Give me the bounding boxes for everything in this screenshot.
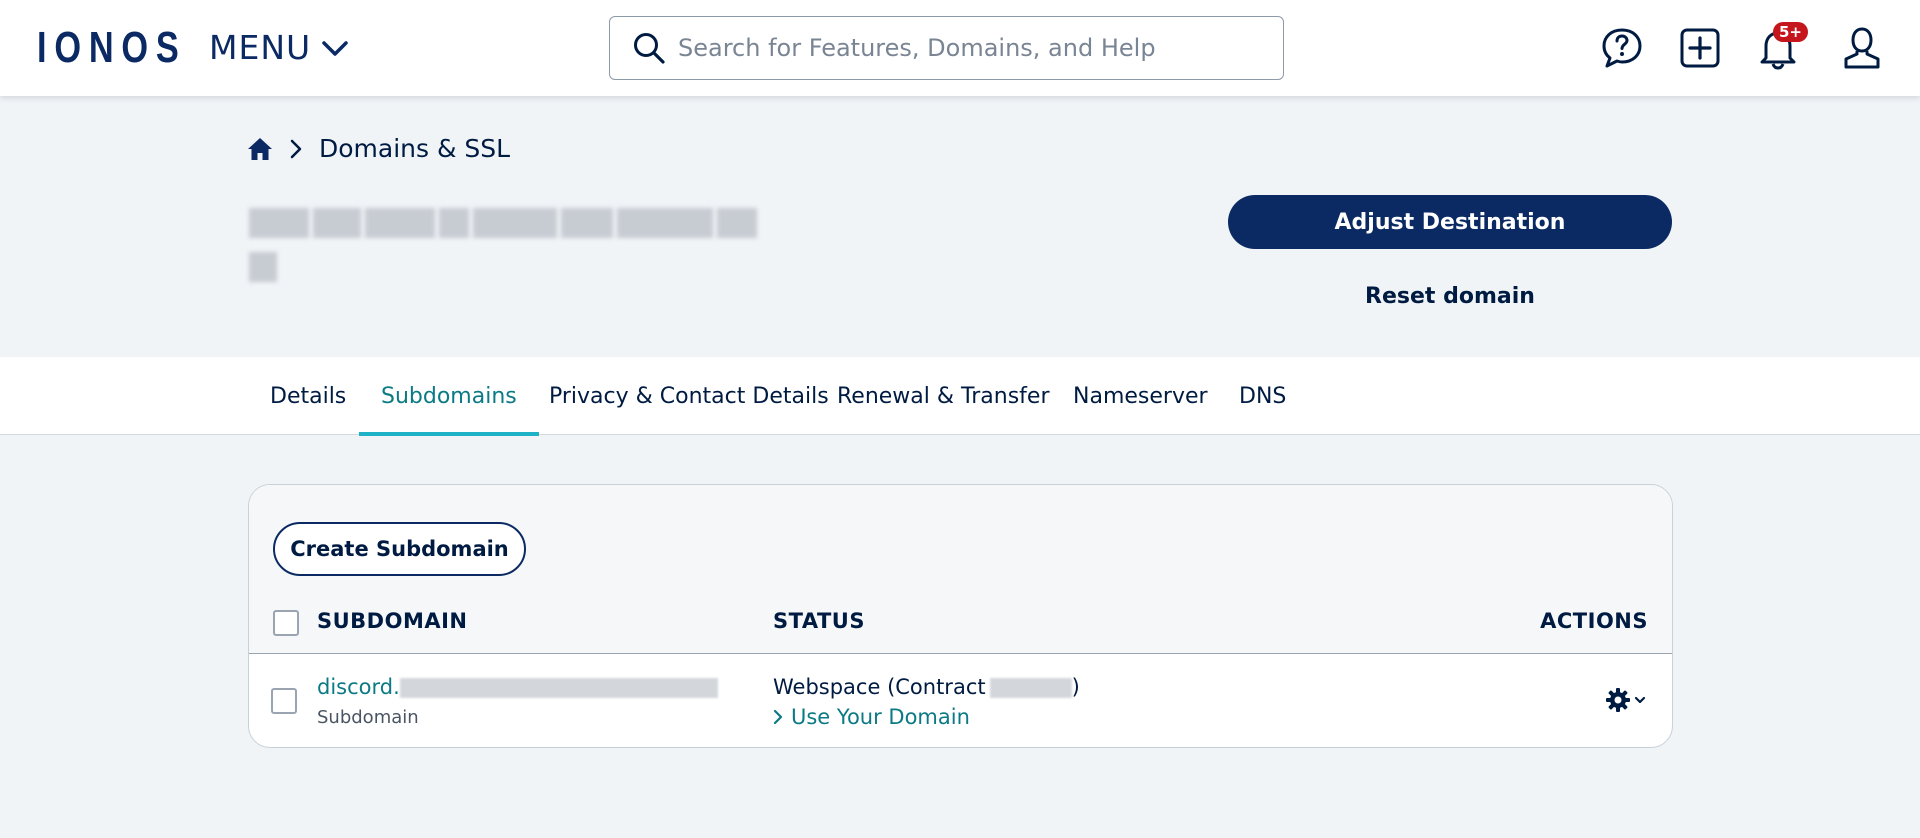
breadcrumb-current[interactable]: Domains & SSL [319,134,510,163]
menu-button[interactable]: MENU [209,28,349,67]
tab-dns[interactable]: DNS [1217,357,1308,435]
notification-badge: 5+ [1772,22,1808,42]
tab-privacy-contact[interactable]: Privacy & Contact Details [527,357,851,435]
contract-redacted [989,678,1072,698]
search-icon [634,33,665,64]
subdomain-name[interactable]: discord. [317,675,718,699]
tab-subdomains[interactable]: Subdomains [359,357,539,436]
menu-label: MENU [209,28,312,67]
subdomain-redacted [399,678,718,698]
column-header-subdomain: SUBDOMAIN [317,609,468,633]
add-button[interactable] [1676,24,1724,72]
reset-domain-button[interactable]: Reset domain [1228,276,1672,316]
select-all-checkbox[interactable] [273,610,299,636]
tab-details[interactable]: Details [248,357,368,435]
home-icon[interactable] [247,137,273,161]
use-your-domain-link[interactable]: Use Your Domain [773,705,970,729]
column-header-actions: ACTIONS [1540,609,1648,633]
subdomains-card: Create Subdomain SUBDOMAIN STATUS ACTION… [248,484,1673,748]
subdomain-link[interactable]: discord. [317,675,400,699]
domain-name-redacted [249,198,791,282]
chevron-down-icon [1634,696,1646,704]
account-button[interactable] [1838,24,1886,72]
row-checkbox[interactable] [271,688,297,714]
gear-icon [1606,688,1630,712]
chevron-right-icon [290,139,302,158]
subdomain-type: Subdomain [317,707,419,728]
tab-nameserver[interactable]: Nameserver [1051,357,1230,435]
card-header: Create Subdomain SUBDOMAIN STATUS ACTION… [249,485,1672,654]
ionos-logo[interactable]: IONOS [37,26,187,70]
status-text: Webspace (Contract) [773,675,1080,699]
help-chat-icon [1602,28,1642,68]
adjust-destination-button[interactable]: Adjust Destination [1228,195,1672,249]
create-subdomain-button[interactable]: Create Subdomain [273,522,526,576]
chevron-right-icon [773,709,783,725]
notifications-button[interactable]: 5+ [1754,22,1808,72]
user-icon [1844,27,1880,69]
chevron-down-icon [322,40,348,56]
help-button[interactable] [1598,24,1646,72]
breadcrumb: Domains & SSL [247,134,510,163]
search-input[interactable] [678,34,1258,62]
tab-renewal-transfer[interactable]: Renewal & Transfer [815,357,1072,435]
column-header-status: STATUS [773,609,865,633]
top-bar: IONOS MENU 5+ [0,0,1920,96]
search-box[interactable] [609,16,1284,80]
plus-square-icon [1680,28,1720,68]
row-actions-menu[interactable] [1605,687,1646,713]
tab-bar: Details Subdomains Privacy & Contact Det… [0,357,1920,436]
